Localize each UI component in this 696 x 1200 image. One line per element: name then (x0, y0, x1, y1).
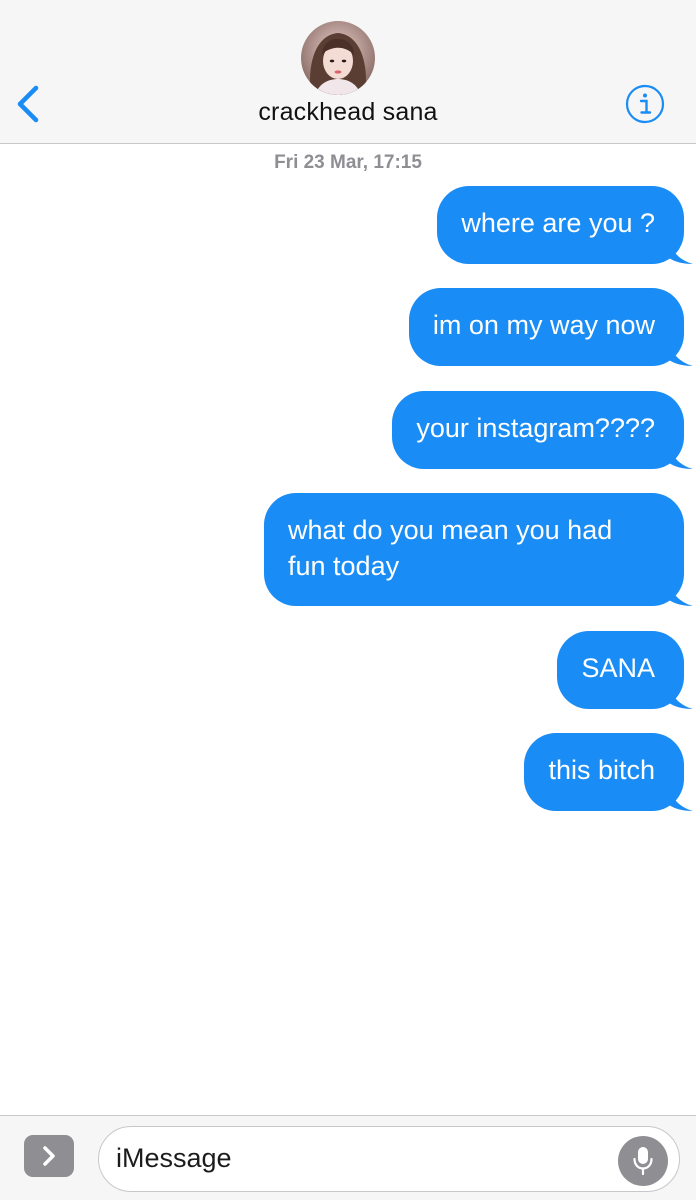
chevron-right-icon (43, 1146, 55, 1166)
message-text: where are you ? (461, 208, 655, 238)
contact-name[interactable]: crackhead sana (0, 98, 696, 127)
message-text: your instagram???? (416, 413, 655, 443)
message-input[interactable] (116, 1141, 596, 1175)
microphone-icon (633, 1147, 653, 1176)
sent-message-bubble[interactable]: im on my way now (408, 288, 693, 366)
sent-message-bubble[interactable]: where are you ? (437, 186, 693, 264)
info-icon (625, 84, 665, 124)
message-text: this bitch (548, 755, 655, 785)
message-text: im on my way now (432, 310, 655, 340)
app-drawer-button[interactable] (24, 1135, 74, 1177)
sent-message-bubble[interactable]: this bitch (524, 733, 693, 811)
messages-screen: crackhead sana Fri 23 Mar, 17:15 where a… (0, 0, 696, 1200)
message-text: SANA (581, 653, 655, 683)
sent-message-bubble[interactable]: what do you mean you had fun today (264, 493, 693, 606)
sent-message-bubble[interactable]: SANA (557, 631, 693, 709)
info-button[interactable] (625, 84, 665, 124)
conversation-header: crackhead sana (0, 0, 696, 144)
microphone-button[interactable] (618, 1136, 668, 1186)
message-text: what do you mean you had fun today (288, 515, 613, 581)
contact-avatar[interactable] (301, 21, 375, 95)
message-timestamp: Fri 23 Mar, 17:15 (274, 152, 422, 173)
sent-message-bubble[interactable]: your instagram???? (392, 391, 693, 469)
message-field[interactable] (98, 1126, 680, 1192)
